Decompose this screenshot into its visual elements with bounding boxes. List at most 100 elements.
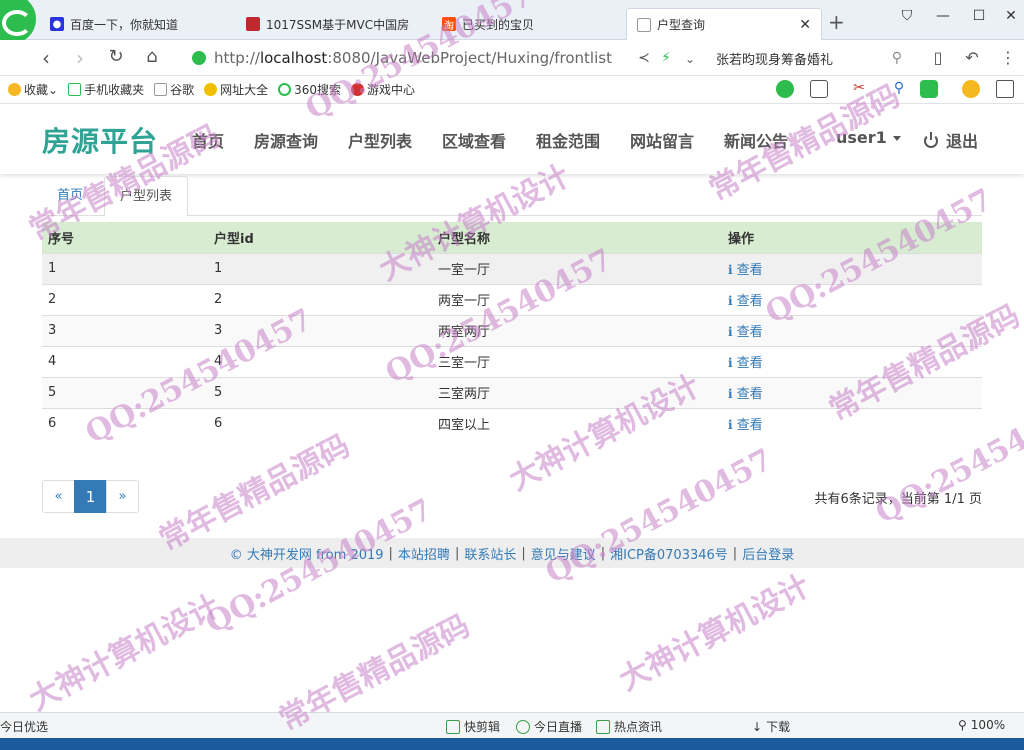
search-input[interactable]: 张若昀现身筹备婚礼 ⚲ xyxy=(716,44,906,72)
back-icon[interactable]: ‹ xyxy=(32,46,60,70)
cell-action: i 查看 xyxy=(722,345,982,377)
site-brand[interactable]: 房源平台 xyxy=(42,120,158,160)
browser-logo-icon xyxy=(0,0,36,44)
url-input[interactable]: http://localhost:8080/JavaWebProject/Hux… xyxy=(184,44,704,72)
chevron-down-icon[interactable]: ⌄ xyxy=(676,52,704,66)
nav-rent-range[interactable]: 租金范围 xyxy=(536,128,600,152)
close-tab-icon[interactable]: ✕ xyxy=(799,17,811,33)
username: user1 xyxy=(836,128,887,147)
minimize-icon[interactable]: — xyxy=(928,8,958,24)
footer-feedback[interactable]: 意见与建议 xyxy=(531,544,596,563)
view-link[interactable]: 查看 xyxy=(737,263,763,278)
page-1-button[interactable]: 1 xyxy=(74,480,107,513)
tab-active[interactable]: 户型查询 ✕ xyxy=(626,8,822,40)
view-link[interactable]: 查看 xyxy=(737,418,763,433)
info-icon: i xyxy=(728,325,733,339)
statusbar-download[interactable]: ↓ 下载 xyxy=(752,718,790,735)
table-row: 5 5 三室两厅 i 查看 xyxy=(42,376,982,408)
cell-id: 6 xyxy=(208,407,432,439)
info-icon: i xyxy=(728,294,733,308)
cell-action: i 查看 xyxy=(722,376,982,408)
cell-id: 5 xyxy=(208,376,432,408)
magnifier-icon[interactable]: ⚲ xyxy=(890,80,908,98)
bookmark-label: 收藏 xyxy=(24,83,49,97)
refresh-icon[interactable]: ↻ xyxy=(102,46,130,67)
bookmark-sites[interactable]: 网址大全 xyxy=(204,81,268,98)
col-header-name: 户型名称 xyxy=(432,222,722,253)
apps-icon[interactable] xyxy=(996,80,1014,98)
cell-action: i 查看 xyxy=(722,283,982,315)
next-page-button[interactable]: » xyxy=(106,480,139,513)
view-link[interactable]: 查看 xyxy=(737,387,763,402)
statusbar-live[interactable]: 今日直播 xyxy=(516,718,582,735)
extension-icon[interactable] xyxy=(776,80,794,98)
bookmark-360search[interactable]: 360搜索 xyxy=(278,81,341,98)
nav-layout-list[interactable]: 户型列表 xyxy=(348,128,412,152)
footer-jobs[interactable]: 本站招聘 xyxy=(398,544,450,563)
bookmark-games[interactable]: 游戏中心 xyxy=(351,81,415,98)
statusbar-quick-edit[interactable]: 快剪辑 xyxy=(446,718,500,735)
statusbar-label: 快剪辑 xyxy=(464,720,501,734)
nav-news[interactable]: 新闻公告 xyxy=(724,128,788,152)
close-window-icon[interactable]: ✕ xyxy=(996,8,1024,24)
watermark-logo: 大神计算机设计 xyxy=(23,588,226,718)
news-icon xyxy=(596,719,610,734)
game-icon xyxy=(351,83,365,96)
tab-title: 百度一下，你就知道 xyxy=(70,17,179,32)
footer-contact[interactable]: 联系站长 xyxy=(464,544,516,563)
new-tab-icon[interactable]: + xyxy=(828,10,845,34)
view-link[interactable]: 查看 xyxy=(737,294,763,309)
search-icon[interactable]: ⚲ xyxy=(892,50,902,66)
user-menu[interactable]: user1 xyxy=(836,128,901,147)
secure-shield-icon xyxy=(192,51,206,65)
browser-statusbar: 今日优选 快剪辑 今日直播 热点资讯 ↓ 下载 ⚲ 100% xyxy=(0,712,1024,738)
view-link[interactable]: 查看 xyxy=(737,356,763,371)
screenshot-icon[interactable] xyxy=(810,80,828,98)
bookmark-mobile[interactable]: 手机收藏夹 xyxy=(68,81,144,98)
scissors-icon[interactable]: ✂ xyxy=(850,80,868,98)
forward-icon[interactable]: › xyxy=(66,46,94,70)
cell-no: 1 xyxy=(42,252,208,284)
nav-region[interactable]: 区域查看 xyxy=(442,128,506,152)
cell-name: 两室两厅 xyxy=(432,314,722,346)
breadcrumb-home[interactable]: 首页 xyxy=(42,176,98,217)
baidu-paw-icon: ● xyxy=(50,17,64,31)
nav-home[interactable]: 首页 xyxy=(192,128,224,152)
tab-project[interactable]: 1017SSM基于MVC中国房 xyxy=(236,8,426,40)
bookmark-google[interactable]: 谷歌 xyxy=(154,81,194,98)
nav-house-search[interactable]: 房源查询 xyxy=(254,128,318,152)
download-icon: ↓ xyxy=(752,719,763,734)
breadcrumb-current[interactable]: 户型列表 xyxy=(104,176,189,217)
logout-link[interactable]: 退出 xyxy=(924,128,978,152)
cell-no: 2 xyxy=(42,283,208,315)
tab-baidu[interactable]: ● 百度一下，你就知道 xyxy=(40,8,230,40)
cell-name: 一室一厅 xyxy=(432,252,722,284)
record-summary: 共有6条记录，当前第 1/1 页 xyxy=(814,492,982,507)
home-icon[interactable]: ⌂ xyxy=(138,46,166,67)
bookmark-page-icon[interactable]: ▯ xyxy=(924,48,952,67)
nav-messages[interactable]: 网站留言 xyxy=(630,128,694,152)
bookmark-label: 谷歌 xyxy=(170,83,195,97)
footer-separator: | xyxy=(732,545,738,561)
undo-icon[interactable]: ↶ xyxy=(958,48,986,67)
cell-no: 4 xyxy=(42,345,208,377)
page-icon xyxy=(637,17,651,32)
prev-page-button[interactable]: « xyxy=(42,480,75,513)
footer-admin-login[interactable]: 后台登录 xyxy=(742,544,794,563)
coin-icon[interactable] xyxy=(962,80,980,98)
layout-table: 序号 户型id 户型名称 操作 1 1 一室一厅 i 查看 2 2 两室一厅 i查… xyxy=(42,222,982,439)
footer-separator: | xyxy=(521,545,526,561)
gamepad-icon[interactable] xyxy=(920,80,938,98)
tab-taobao[interactable]: 淘 已买到的宝贝 xyxy=(432,8,622,40)
cell-id: 1 xyxy=(208,252,432,284)
footer-copyright[interactable]: © 大神开发网 from 2019 xyxy=(230,544,384,563)
menu-grid-icon[interactable]: ⋮ xyxy=(994,48,1022,67)
statusbar-today-picks[interactable]: 今日优选 xyxy=(0,718,48,735)
footer-icp[interactable]: 湘ICP备0703346号 xyxy=(610,544,728,563)
bookmark-favorites[interactable]: 收藏 ⌄ xyxy=(8,81,58,98)
statusbar-news[interactable]: 热点资讯 xyxy=(596,718,662,735)
statusbar-zoom[interactable]: ⚲ 100% xyxy=(958,718,1005,732)
maximize-icon[interactable]: ☐ xyxy=(964,8,994,24)
view-link[interactable]: 查看 xyxy=(737,325,763,340)
shirt-icon[interactable]: ⛉ xyxy=(892,8,922,24)
